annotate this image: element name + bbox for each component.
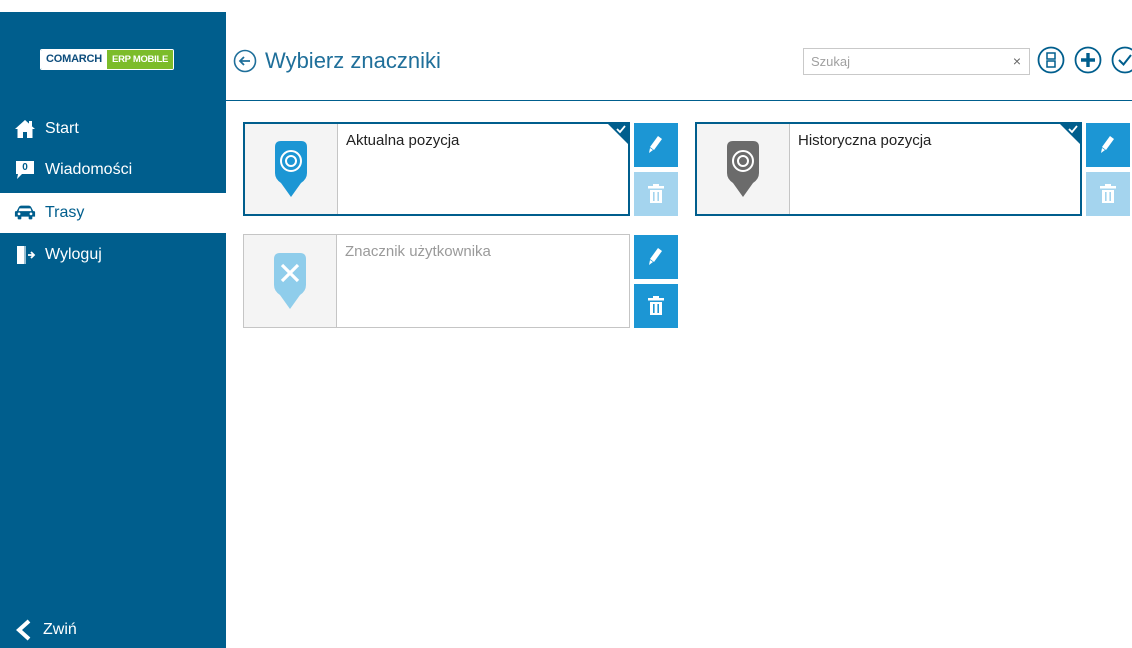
sidebar-item-label: Trasy [45, 204, 85, 221]
delete-button[interactable] [634, 284, 678, 328]
marker-title: Aktualna pozycja [346, 132, 460, 149]
message-badge: 0 [22, 162, 28, 173]
sidebar: COMARCH ERP MOBILE Start 0 Wiadomości Tr… [0, 12, 226, 648]
edit-button[interactable] [634, 235, 678, 279]
sidebar-item-trasy[interactable]: Trasy [0, 193, 226, 233]
location-marker-icon [275, 141, 307, 197]
marker-thumbnail [697, 124, 790, 214]
comarch-logo: COMARCH ERP MOBILE [40, 49, 174, 70]
layout-toggle-button[interactable] [1037, 46, 1065, 74]
location-marker-icon [274, 253, 306, 309]
chevron-left-icon [14, 619, 34, 641]
sidebar-item-label: Wiadomości [45, 161, 133, 178]
edit-button[interactable] [634, 123, 678, 167]
search-input[interactable] [804, 49, 999, 74]
edit-button[interactable] [1086, 123, 1130, 167]
sidebar-item-wyloguj[interactable]: Wyloguj [0, 235, 226, 275]
logo-comarch: COMARCH [41, 50, 108, 69]
back-icon[interactable] [233, 49, 257, 73]
marker-card-historyczna[interactable]: Historyczna pozycja [695, 122, 1082, 216]
pencil-icon [649, 136, 662, 153]
sidebar-item-label: Wyloguj [45, 246, 102, 263]
marker-card-aktualna[interactable]: Aktualna pozycja [243, 122, 630, 216]
selected-check-icon [1059, 123, 1081, 145]
delete-button[interactable] [1086, 172, 1130, 216]
trash-icon [648, 184, 664, 203]
pencil-icon [649, 248, 662, 265]
trash-icon [648, 296, 664, 315]
collapse-label: Zwiń [43, 621, 77, 638]
car-icon [14, 203, 36, 223]
logout-icon [14, 245, 36, 265]
selected-check-icon [607, 123, 629, 145]
marker-thumbnail [245, 124, 338, 214]
pencil-icon [1101, 136, 1114, 153]
marker-thumbnail [244, 235, 337, 327]
search-clear-icon[interactable]: × [1013, 52, 1021, 70]
search-box: × [803, 48, 1030, 75]
page-title: Wybierz znaczniki [265, 48, 441, 73]
marker-card-uzytkownika[interactable]: Znacznik użytkownika [243, 234, 630, 328]
sidebar-item-start[interactable]: Start [0, 109, 226, 149]
trash-icon [1100, 184, 1116, 203]
sidebar-collapse[interactable]: Zwiń [0, 612, 226, 648]
sidebar-item-label: Start [45, 120, 79, 137]
marker-title: Znacznik użytkownika [345, 243, 491, 260]
sidebar-item-wiadomosci[interactable]: 0 Wiadomości [0, 150, 226, 190]
location-marker-icon [727, 141, 759, 197]
home-icon [14, 119, 36, 139]
add-button[interactable] [1074, 46, 1102, 74]
header-divider [226, 100, 1132, 101]
confirm-button[interactable] [1111, 46, 1132, 74]
logo-erp-mobile: ERP MOBILE [107, 50, 173, 69]
message-icon: 0 [14, 160, 36, 180]
delete-button[interactable] [634, 172, 678, 216]
marker-title: Historyczna pozycja [798, 132, 932, 149]
